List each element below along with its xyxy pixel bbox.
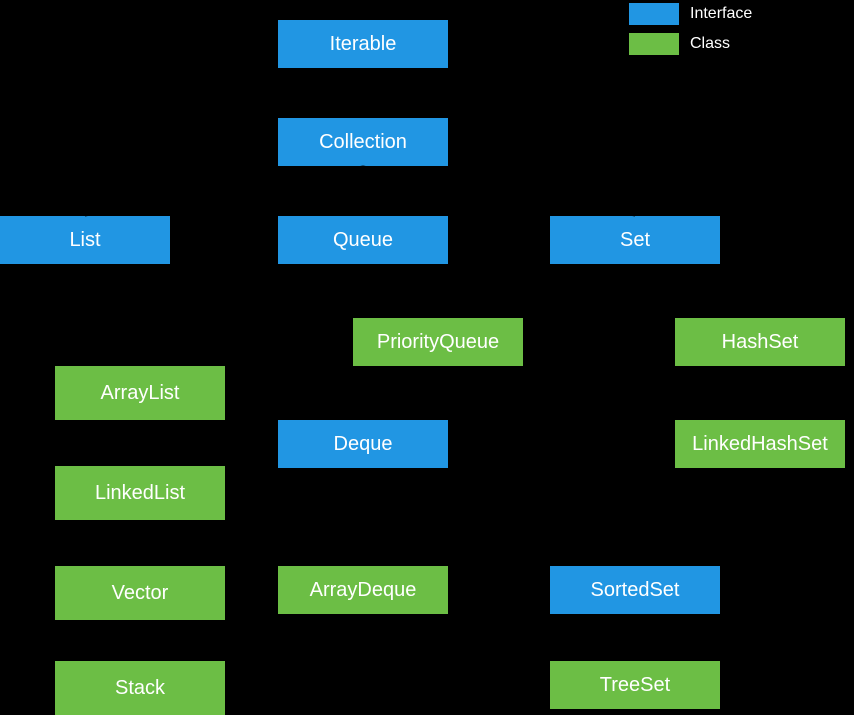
node-label: LinkedList (95, 482, 185, 505)
node-label: ArrayDeque (310, 579, 417, 602)
node-label: TreeSet (600, 674, 670, 697)
node-deque: Deque (278, 420, 448, 468)
node-arraydeque: ArrayDeque (278, 566, 448, 614)
node-iterable: Iterable (278, 20, 448, 68)
node-queue: Queue (278, 216, 448, 264)
legend-label-interface: Interface (690, 5, 752, 23)
legend-swatch-interface (629, 3, 679, 25)
node-hashset: HashSet (675, 318, 845, 366)
node-label: Set (620, 229, 650, 252)
legend-swatch-class (629, 33, 679, 55)
node-label: Iterable (330, 33, 397, 56)
node-label: Vector (112, 582, 169, 605)
node-list: List (0, 216, 170, 264)
node-linkedhashset: LinkedHashSet (675, 420, 845, 468)
node-label: Queue (333, 229, 393, 252)
node-vector: Vector (55, 566, 225, 620)
node-label: Collection (319, 131, 407, 154)
node-set: Set (550, 216, 720, 264)
node-label: LinkedHashSet (692, 433, 828, 456)
node-label: PriorityQueue (377, 331, 499, 354)
node-arraylist: ArrayList (55, 366, 225, 420)
node-treeset: TreeSet (550, 661, 720, 709)
node-priorityqueue: PriorityQueue (353, 318, 523, 366)
node-stack: Stack (55, 661, 225, 715)
node-label: SortedSet (591, 579, 680, 602)
node-label: ArrayList (101, 382, 180, 405)
node-label: List (69, 229, 100, 252)
node-linkedlist: LinkedList (55, 466, 225, 520)
node-label: Stack (115, 677, 165, 700)
node-collection: Collection (278, 118, 448, 166)
node-label: Deque (334, 433, 393, 456)
node-sortedset: SortedSet (550, 566, 720, 614)
node-label: HashSet (722, 331, 799, 354)
legend-label-class: Class (690, 35, 730, 53)
